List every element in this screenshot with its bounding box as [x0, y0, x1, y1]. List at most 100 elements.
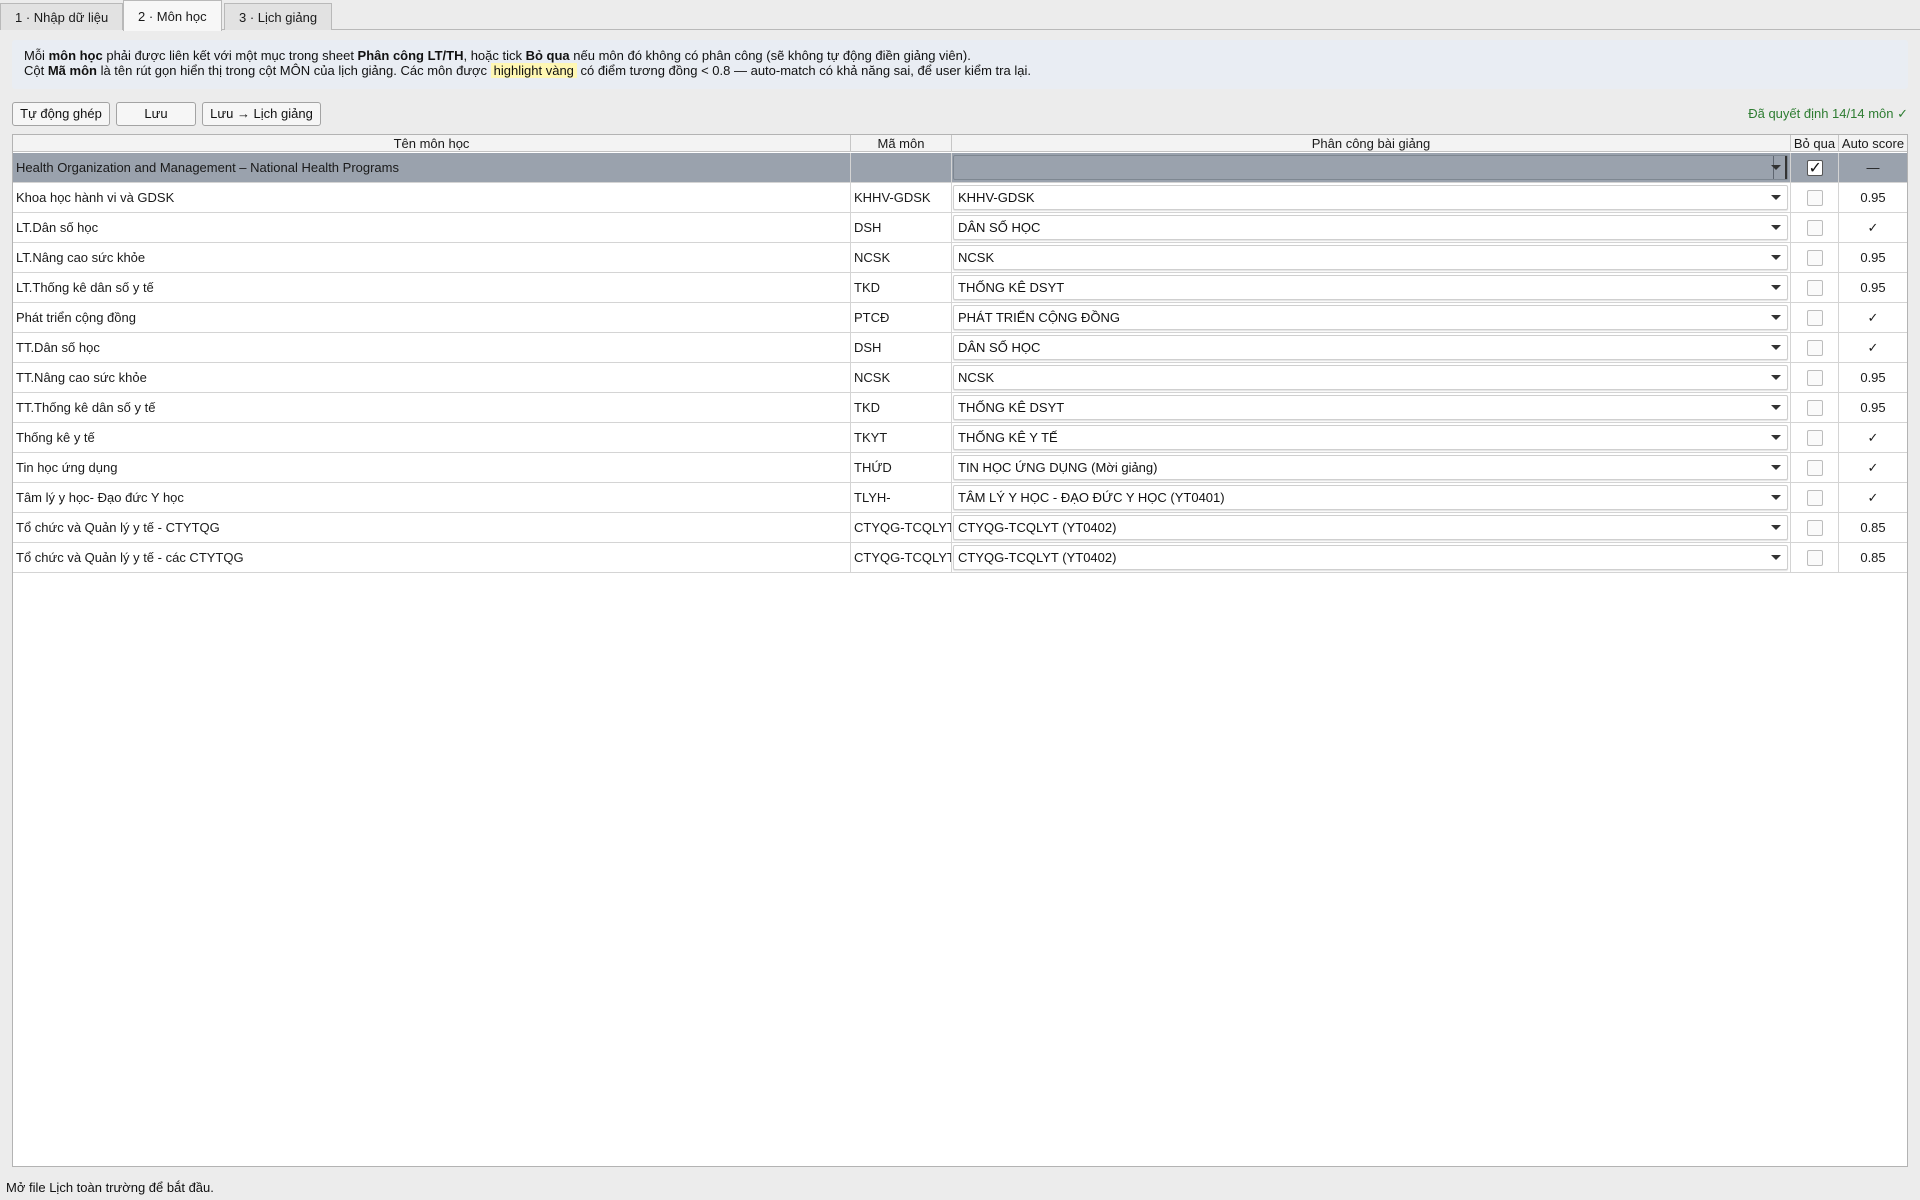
chevron-down-icon[interactable]	[1771, 225, 1781, 230]
auto-match-button[interactable]: Tự động ghép	[12, 102, 110, 126]
assignment-dropdown[interactable]: DÂN SỐ HỌC	[953, 215, 1788, 240]
assignment-dropdown[interactable]: KHHV-GDSK	[953, 185, 1788, 210]
tab-schedule[interactable]: 3 · Lịch giảng	[224, 3, 333, 30]
tab-import[interactable]: 1 · Nhập dữ liệu	[0, 3, 124, 30]
table-row[interactable]: Tin học ứng dụng THỨD TIN HỌC ỨNG DỤNG (Mờ…	[13, 453, 1907, 483]
table-row[interactable]: TT.Nâng cao sức khỏe NCSK NCSK 0.95	[13, 363, 1907, 393]
header-skip[interactable]: Bỏ qua	[1791, 135, 1839, 152]
skip-cell	[1791, 453, 1839, 483]
table-row[interactable]: Health Organization and Management – Nat…	[13, 153, 1907, 183]
assignment-dropdown[interactable]: TÂM LÝ Y HỌC - ĐẠO ĐỨC Y HỌC (YT0401)	[953, 485, 1788, 510]
subject-name-cell[interactable]: TT.Nâng cao sức khỏe	[13, 363, 851, 393]
chevron-down-icon[interactable]	[1771, 525, 1781, 530]
subject-name-cell[interactable]: Tổ chức và Quản lý y tế - các CTYTQG	[13, 543, 851, 573]
table-header: Tên môn học Mã môn Phân công bài giảng B…	[13, 135, 1907, 152]
assignment-dropdown[interactable]: DÂN SỐ HỌC	[953, 335, 1788, 360]
header-subject-code[interactable]: Mã môn	[851, 135, 952, 152]
subject-name-cell[interactable]: Tin học ứng dụng	[13, 453, 851, 483]
table-row[interactable]: Khoa học hành vi và GDSK KHHV-GDSK KHHV-GD…	[13, 183, 1907, 213]
table-row[interactable]: Thống kê y tế TKYT THỐNG KÊ Y TẾ ✓	[13, 423, 1907, 453]
assignment-dropdown[interactable]: CTYQG-TCQLYT (YT0402)	[953, 515, 1788, 540]
skip-checkbox[interactable]	[1806, 250, 1823, 266]
table-row[interactable]: Tổ chức và Quản lý y tế - CTYTQG CTYQG-TC…	[13, 513, 1907, 543]
chevron-down-icon[interactable]	[1771, 405, 1781, 410]
auto-score-cell: 0.85	[1860, 520, 1886, 535]
assignment-dropdown[interactable]: THỐNG KÊ DSYT	[953, 395, 1788, 420]
skip-checkbox[interactable]	[1806, 460, 1823, 476]
skip-checkbox[interactable]	[1806, 157, 1823, 179]
subject-name-cell[interactable]: TT.Dân số học	[13, 333, 851, 363]
subject-code-cell[interactable]: DSH	[851, 213, 952, 243]
subject-code-cell[interactable]: TLYH-	[851, 483, 952, 513]
save-button[interactable]: Lưu	[116, 102, 196, 126]
chevron-down-icon[interactable]	[1771, 165, 1781, 170]
subject-name-cell[interactable]: TT.Thống kê dân số y tế	[13, 393, 851, 423]
table-row[interactable]: Phát triển cộng đồng PTCĐ PHÁT TRIỂN CỘNG …	[13, 303, 1907, 333]
skip-checkbox[interactable]	[1806, 520, 1823, 536]
skip-checkbox[interactable]	[1806, 490, 1823, 506]
tab-subjects[interactable]: 2 · Môn học	[123, 0, 222, 31]
auto-score-cell: 0.95	[1860, 370, 1886, 385]
subject-code-cell[interactable]: TKD	[851, 393, 952, 423]
subject-code-cell[interactable]: NCSK	[851, 363, 952, 393]
assignment-dropdown[interactable]: TIN HỌC ỨNG DỤNG (Mời giảng)	[953, 455, 1788, 480]
table-row[interactable]: TT.Dân số học DSH DÂN SỐ HỌC ✓	[13, 333, 1907, 363]
subject-name-cell[interactable]: Khoa học hành vi và GDSK	[13, 183, 851, 213]
auto-score-cell: ✓	[1867, 460, 1879, 475]
subject-name-cell[interactable]: Tổ chức và Quản lý y tế - CTYTQG	[13, 513, 851, 543]
subject-code-cell[interactable]: CTYQG-TCQLYT	[851, 513, 952, 543]
subject-code-cell[interactable]: THỨD	[851, 453, 952, 483]
subject-code-cell[interactable]: PTCĐ	[851, 303, 952, 333]
skip-checkbox[interactable]	[1806, 310, 1823, 326]
assignment-dropdown[interactable]: NCSK	[953, 245, 1788, 270]
chevron-down-icon[interactable]	[1771, 555, 1781, 560]
assignment-dropdown[interactable]: NCSK	[953, 365, 1788, 390]
subject-code-cell[interactable]	[851, 153, 952, 183]
subject-name-cell[interactable]: Thống kê y tế	[13, 423, 851, 453]
chevron-down-icon[interactable]	[1771, 195, 1781, 200]
subject-code-cell[interactable]: CTYQG-TCQLYT	[851, 543, 952, 573]
assignment-dropdown[interactable]: PHÁT TRIỂN CỘNG ĐỒNG	[953, 305, 1788, 330]
subject-code-cell[interactable]: TKYT	[851, 423, 952, 453]
skip-checkbox[interactable]	[1806, 370, 1823, 386]
skip-checkbox[interactable]	[1806, 430, 1823, 446]
header-auto-score[interactable]: Auto score	[1839, 135, 1907, 152]
subject-name-cell[interactable]: Health Organization and Management – Nat…	[13, 153, 851, 183]
assignment-dropdown[interactable]	[953, 155, 1788, 180]
skip-checkbox[interactable]	[1806, 220, 1823, 236]
chevron-down-icon[interactable]	[1771, 435, 1781, 440]
table-row[interactable]: Tâm lý y học- Đạo đức Y học TLYH- TÂM LÝ Y…	[13, 483, 1907, 513]
subject-name-cell[interactable]: LT.Thống kê dân số y tế	[13, 273, 851, 303]
skip-checkbox[interactable]	[1806, 550, 1823, 566]
skip-checkbox[interactable]	[1806, 190, 1823, 206]
table-row[interactable]: Tổ chức và Quản lý y tế - các CTYTQG CTYQ…	[13, 543, 1907, 573]
chevron-down-icon[interactable]	[1771, 255, 1781, 260]
chevron-down-icon[interactable]	[1771, 285, 1781, 290]
skip-checkbox[interactable]	[1806, 340, 1823, 356]
chevron-down-icon[interactable]	[1771, 465, 1781, 470]
chevron-down-icon[interactable]	[1771, 375, 1781, 380]
chevron-down-icon[interactable]	[1771, 495, 1781, 500]
assignment-dropdown[interactable]: THỐNG KÊ DSYT	[953, 275, 1788, 300]
assignment-dropdown[interactable]: THỐNG KÊ Y TẾ	[953, 425, 1788, 450]
table-row[interactable]: TT.Thống kê dân số y tế TKD THỐNG KÊ DSYT 0…	[13, 393, 1907, 423]
subject-code-cell[interactable]: TKD	[851, 273, 952, 303]
table-row[interactable]: LT.Thống kê dân số y tế TKD THỐNG KÊ DSYT 0…	[13, 273, 1907, 303]
chevron-down-icon[interactable]	[1771, 315, 1781, 320]
skip-checkbox[interactable]	[1806, 400, 1823, 416]
subject-code-cell[interactable]: DSH	[851, 333, 952, 363]
save-to-schedule-button[interactable]: Lưu → Lịch giảng	[202, 102, 321, 126]
subject-name-cell[interactable]: Tâm lý y học- Đạo đức Y học	[13, 483, 851, 513]
header-subject-name[interactable]: Tên môn học	[13, 135, 851, 152]
assignment-dropdown[interactable]: CTYQG-TCQLYT (YT0402)	[953, 545, 1788, 570]
subject-name-cell[interactable]: Phát triển cộng đồng	[13, 303, 851, 333]
subject-code-cell[interactable]: KHHV-GDSK	[851, 183, 952, 213]
chevron-down-icon[interactable]	[1771, 345, 1781, 350]
subject-name-cell[interactable]: LT.Nâng cao sức khỏe	[13, 243, 851, 273]
table-row[interactable]: LT.Nâng cao sức khỏe NCSK NCSK 0.95	[13, 243, 1907, 273]
skip-checkbox[interactable]	[1806, 280, 1823, 296]
subject-code-cell[interactable]: NCSK	[851, 243, 952, 273]
header-assignment[interactable]: Phân công bài giảng	[952, 135, 1791, 152]
table-row[interactable]: LT.Dân số học DSH DÂN SỐ HỌC ✓	[13, 213, 1907, 243]
subject-name-cell[interactable]: LT.Dân số học	[13, 213, 851, 243]
